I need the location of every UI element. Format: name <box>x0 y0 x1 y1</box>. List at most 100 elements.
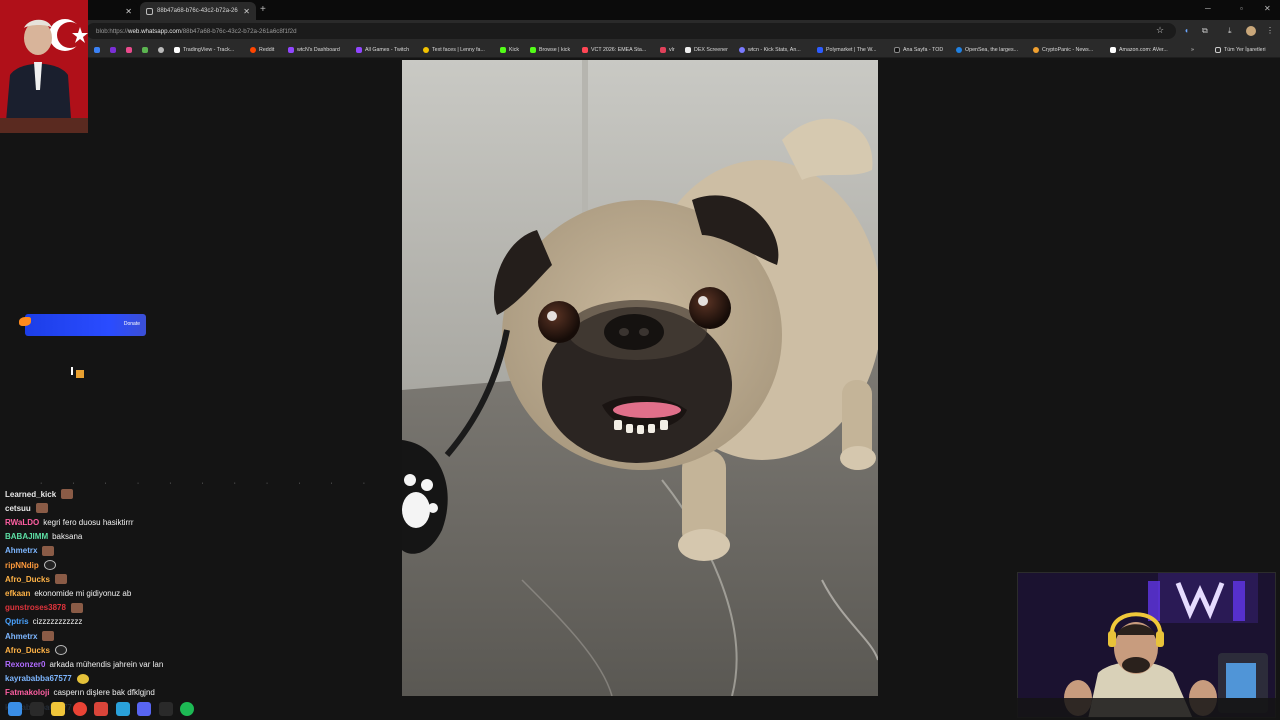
bookmarks-bar: TradingView - Track... Reddit wtcN's Das… <box>0 42 1280 58</box>
bookmark-icon-globe[interactable] <box>158 45 167 55</box>
close-window-icon[interactable]: ✕ <box>1264 4 1271 13</box>
donation-alert-banner: Donate <box>19 314 146 336</box>
chat-message: gunstroses3878 <box>5 601 83 615</box>
chat-username: cetsuu <box>5 503 31 513</box>
menu-kebab-icon[interactable]: ⋮ <box>1266 26 1274 35</box>
chat-username: efkaan <box>5 588 31 598</box>
close-tab-icon[interactable]: ✕ <box>125 7 132 16</box>
chat-username: Qptris <box>5 617 29 627</box>
chat-message: Ahmetrx <box>5 544 55 558</box>
file-icon <box>146 7 153 15</box>
chat-username: Afro_Ducks <box>5 574 50 584</box>
close-tab-icon[interactable]: ✕ <box>243 7 250 16</box>
url-path: /88b47a68-b76c-43c2-b72a-261a6c8f1f2d <box>180 27 297 35</box>
bookmark-dexscreener[interactable]: DEX Screener <box>685 45 728 55</box>
chat-message: Ahmetrx <box>5 629 55 643</box>
chat-text: casperın dişlere bak dfklgjnd <box>53 688 155 698</box>
chat-emote-icon <box>70 602 83 613</box>
chat-text: arkada mühendis jahrein var lan <box>49 659 164 669</box>
url-prefix: blob:https:// <box>96 27 128 35</box>
pug-photo <box>402 60 878 696</box>
search-taskbar-icon[interactable] <box>29 702 44 716</box>
pointer-cursor-icon <box>71 367 84 378</box>
chat-emote-icon <box>42 631 55 641</box>
webcam-overlay <box>1017 572 1276 718</box>
browser-toolbar: ← → ↻ blob:https:// web.whatsapp.com /88… <box>0 20 1280 42</box>
download-icon[interactable]: ⤓ <box>1228 26 1232 36</box>
chat-emote-icon <box>54 645 67 656</box>
chat-separator-dots: · · · · · · · · · · · <box>40 480 380 487</box>
bookmark-icon-yahoo[interactable] <box>110 45 119 55</box>
extensions-icon[interactable]: ⧉ <box>1202 26 1208 36</box>
chat-username: ripNNdip <box>5 560 39 570</box>
chat-message: Afro_Ducks <box>5 572 67 586</box>
chat-message: Afro_Ducks <box>5 643 67 657</box>
speaker-icon[interactable]: ◖ <box>1184 26 1189 35</box>
chat-emote-icon <box>35 503 48 514</box>
chat-username: Learned_kick <box>5 489 57 499</box>
minimize-icon[interactable]: ─ <box>1205 4 1211 13</box>
chat-username: Rexonzer0 <box>5 659 46 669</box>
bookmark-browse-kick[interactable]: Browse | kick <box>530 45 570 55</box>
chat-username: Fatmakoloji <box>5 688 50 698</box>
bookmark-lenny[interactable]: Text faces | Lenny fa... <box>423 45 485 55</box>
chat-emote-icon <box>43 560 56 570</box>
spotify-taskbar-icon[interactable] <box>180 702 194 716</box>
all-bookmarks-folder[interactable]: Tüm Yer İşaretleri <box>1215 45 1266 55</box>
bookmark-tradingview[interactable]: TradingView - Track... <box>174 45 234 55</box>
chrome-taskbar-icon[interactable] <box>72 702 87 716</box>
donation-banner-label: Donate <box>123 321 140 327</box>
bookmark-opensea[interactable]: OpenSea, the larges... <box>956 45 1018 55</box>
address-bar[interactable]: blob:https:// web.whatsapp.com /88b47a68… <box>86 23 1176 39</box>
url-host: web.whatsapp.com <box>128 27 181 35</box>
tab-title: 88b47a68-b76c-43c2-b72a-26 <box>157 8 238 14</box>
chat-message: Qptris cizzzzzzzzzzz <box>5 615 82 629</box>
chat-message: RWaLDO kegri fero duosu hasiktirrr <box>5 515 134 529</box>
maximize-icon[interactable]: ▫ <box>1240 4 1243 13</box>
bookmark-polymarket[interactable]: Polymarket | The W... <box>817 45 876 55</box>
chat-text: ekonomide mi gidiyonuz ab <box>34 588 132 598</box>
flame-icon <box>19 317 31 326</box>
app-red-taskbar-icon[interactable] <box>94 702 108 716</box>
chat-message: efkaan ekonomide mi gidiyonuz ab <box>5 586 131 600</box>
chat-message: ripNNdip <box>5 558 56 572</box>
bookmark-reddit[interactable]: Reddit <box>250 45 274 55</box>
files-taskbar-icon[interactable] <box>51 702 65 716</box>
bookmark-vct[interactable]: VCT 2026: EMEA Sta... <box>582 45 646 55</box>
tab-whatsapp-blob[interactable]: 88b47a68-b76c-43c2-b72a-26 ✕ <box>140 2 256 20</box>
chat-emote-icon <box>42 545 55 556</box>
chat-text: cizzzzzzzzzzz <box>32 617 83 627</box>
image-viewer[interactable] <box>402 60 878 696</box>
bookmark-cryptopanic[interactable]: CryptoPanic - News... <box>1033 45 1093 55</box>
media-taskbar-icon[interactable] <box>158 702 173 716</box>
chat-username: gunstroses3878 <box>5 603 66 613</box>
bookmarks-overflow-chevron-icon[interactable]: » <box>1191 45 1194 55</box>
portrait-overlay-image <box>0 0 88 133</box>
bookmark-icon-pink[interactable] <box>126 45 135 55</box>
bookmark-vlr[interactable]: vlr <box>660 45 675 55</box>
bookmark-wtcn-dashboard[interactable]: wtcN's Dashboard <box>288 45 340 55</box>
tab-strip: oard ✕ 88b47a68-b76c-43c2-b72a-26 ✕ + ─ … <box>0 0 1280 20</box>
bookmark-icon-blue[interactable] <box>94 45 103 55</box>
profile-avatar[interactable] <box>1246 26 1256 36</box>
start-taskbar-icon[interactable] <box>8 702 22 716</box>
bookmark-icon-green[interactable] <box>142 45 151 55</box>
chat-username: BABAJIMM <box>5 532 49 542</box>
chat-username: Afro_Ducks <box>5 645 50 655</box>
telegram-taskbar-icon[interactable] <box>115 702 130 716</box>
chat-username: kayrababba67577 <box>5 674 72 684</box>
chat-emote-icon <box>76 673 89 684</box>
chat-emote-icon <box>61 489 74 499</box>
bookmark-kick-stats[interactable]: wtcn - Kick Stats, An... <box>739 45 801 55</box>
chat-text: baksana <box>52 532 83 542</box>
new-tab-button[interactable]: + <box>260 4 266 15</box>
discord-taskbar-icon[interactable] <box>137 702 151 716</box>
bookmark-twitch[interactable]: All Games - Twitch <box>356 45 409 55</box>
chat-text: kegri fero duosu hasiktirrr <box>43 517 134 527</box>
taskbar <box>0 698 1280 720</box>
bookmark-kick[interactable]: Kick <box>500 45 519 55</box>
bookmark-ana-sayfa[interactable]: Ana Sayfa - TOD <box>894 45 943 55</box>
chat-message: Rexonzer0 arkada mühendis jahrein var lan <box>5 657 163 671</box>
bookmark-star-icon[interactable]: ☆ <box>1156 25 1164 36</box>
bookmark-amazon[interactable]: Amazon.com: AVer... <box>1110 45 1168 55</box>
